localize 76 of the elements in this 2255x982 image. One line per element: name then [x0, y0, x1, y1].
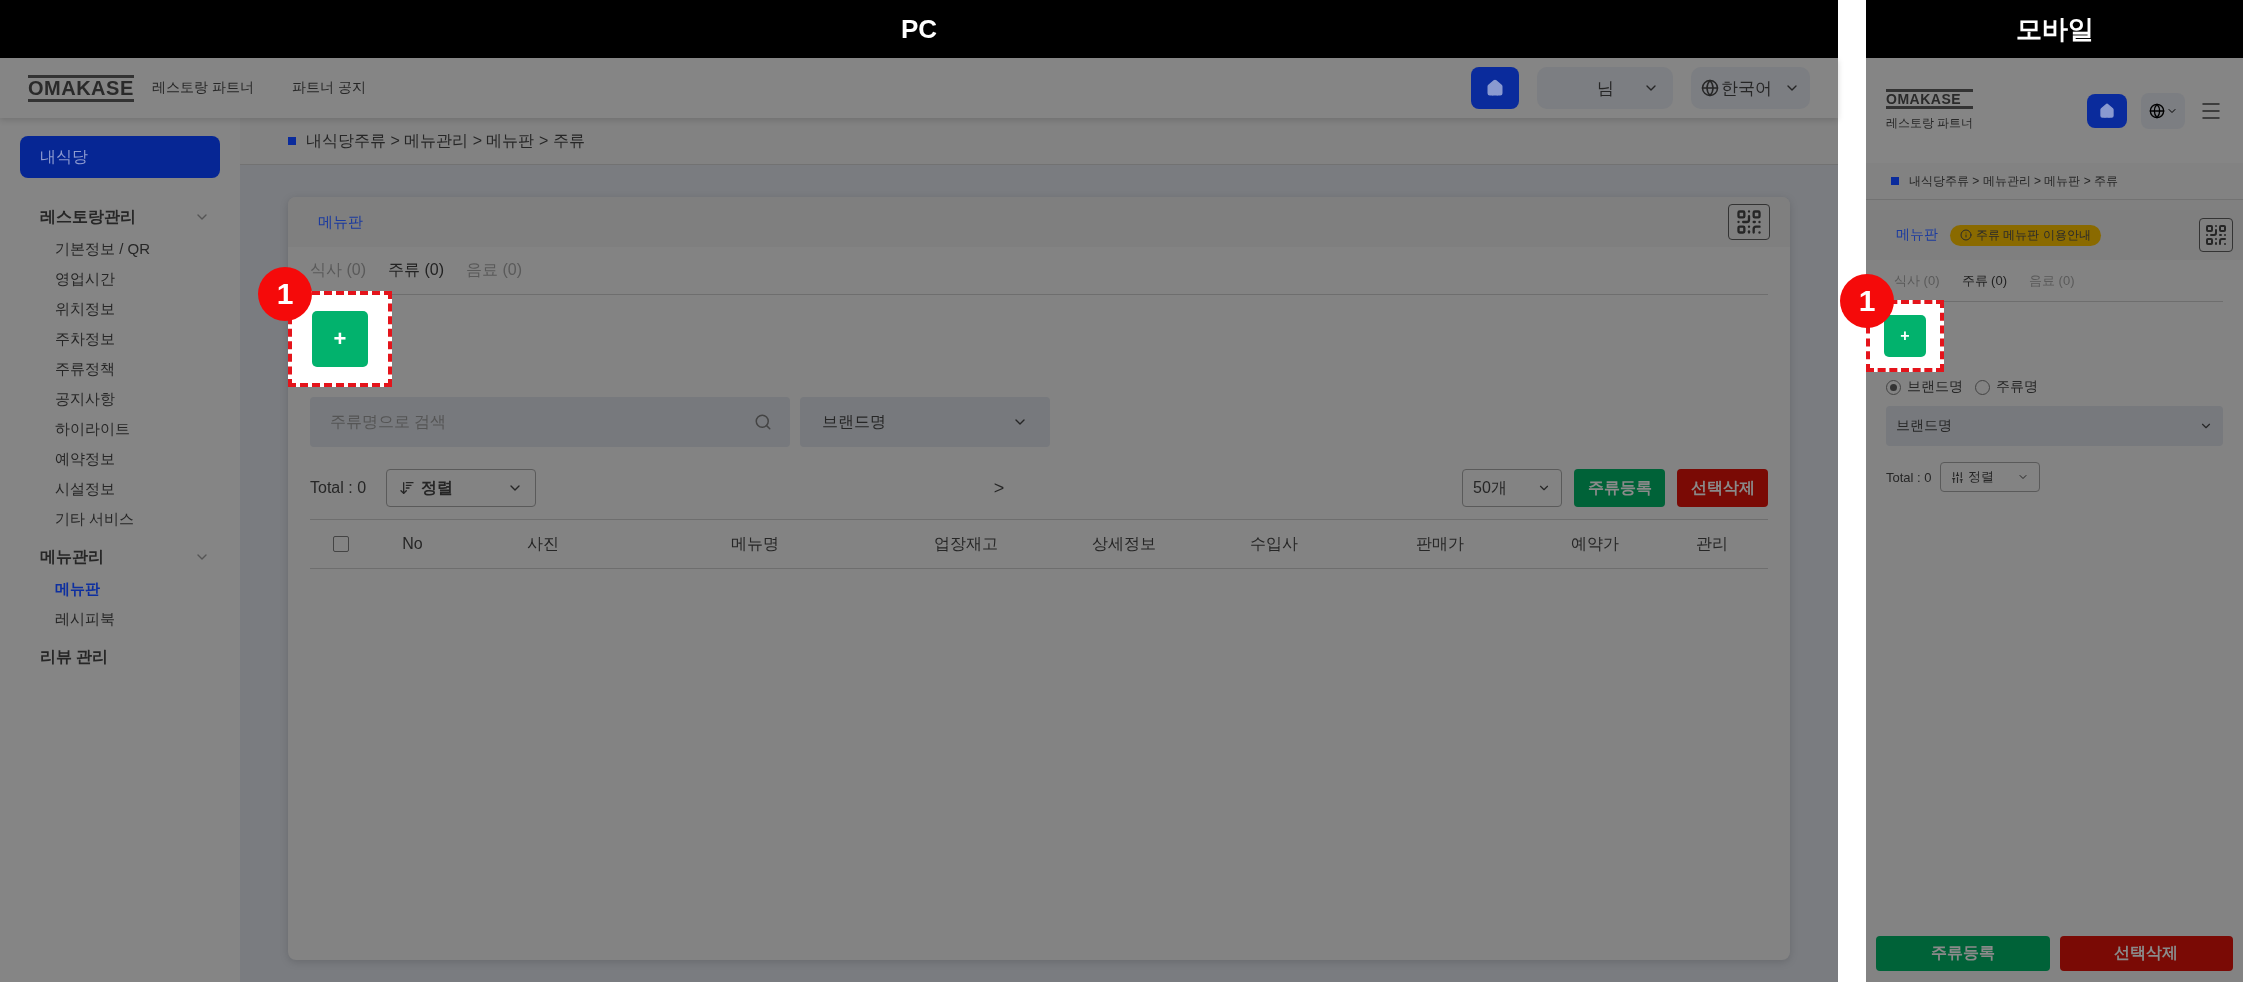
sidebar-item[interactable]: 영업시간 [20, 264, 220, 294]
sort-icon [1950, 470, 1964, 484]
delete-button[interactable]: 선택삭제 [2059, 936, 2233, 971]
column-header: 수입사 [1248, 533, 1299, 554]
logo-subtitle: 레스토랑 파트너 [151, 79, 254, 97]
total-count: Total : 0 [1886, 469, 1932, 485]
sidebar-home-button[interactable]: 내식당 [20, 136, 220, 178]
brand-select[interactable]: 브랜드명 [800, 397, 1050, 447]
column-header: 관리 [1694, 533, 1729, 554]
card-title: 메뉴판 [1896, 226, 1938, 244]
register-button[interactable]: 주류등록 [1574, 469, 1665, 507]
sidebar-item[interactable]: 기타 서비스 [20, 504, 220, 534]
sidebar-group-title: 메뉴관리 [40, 546, 104, 567]
qr-code-button[interactable] [2199, 218, 2233, 252]
column-header: 예약가 [1569, 533, 1620, 554]
sidebar-item[interactable]: 공지사항 [20, 384, 220, 414]
qr-code-button[interactable] [1728, 204, 1770, 240]
user-menu[interactable]: 님 [1537, 67, 1673, 109]
sidebar-group-title: 레스토랑관리 [40, 206, 136, 227]
home-icon [1486, 79, 1504, 97]
radio-label: 주류명 [1996, 378, 2038, 396]
delete-button[interactable]: 선택삭제 [1677, 469, 1768, 507]
sidebar-item[interactable]: 메뉴판 [20, 574, 220, 604]
select-all-checkbox[interactable] [333, 536, 349, 552]
column-header: 상세정보 [1090, 533, 1157, 554]
next-page-button[interactable]: > [989, 477, 1009, 499]
breadcrumb: 내식당주류 > 메뉴관리 > 메뉴판 > 주류 [306, 130, 585, 151]
column-header: 판매가 [1415, 533, 1465, 554]
brand-select[interactable]: 브랜드명 [1886, 406, 2223, 446]
logo-wordmark: OMAKASE [1886, 88, 1974, 110]
breadcrumb: 내식당주류 > 메뉴관리 > 메뉴판 > 주류 [1909, 172, 2119, 190]
sidebar-item[interactable]: 하이라이트 [20, 414, 220, 444]
page-size-select[interactable]: 50개 [1462, 469, 1562, 507]
language-select[interactable]: 한국어 [1691, 67, 1810, 109]
sidebar-item[interactable]: 주차정보 [20, 324, 220, 354]
column-header: No [401, 535, 424, 553]
sort-icon [399, 480, 416, 496]
info-icon [1960, 229, 1972, 241]
add-button[interactable]: + [312, 311, 368, 367]
search-icon [754, 413, 772, 431]
notice-link[interactable]: 파트너 공지 [291, 79, 366, 97]
guide-badge[interactable]: 주류 메뉴판 이용안내 [1950, 224, 2101, 246]
home-button[interactable] [1471, 67, 1519, 109]
sort-select[interactable]: 정렬 [386, 469, 537, 507]
column-header: 사진 [525, 533, 560, 554]
sidebar-group-title: 리뷰 관리 [40, 646, 109, 667]
qr-code-icon [2204, 223, 2228, 247]
sidebar-item[interactable]: 주류정책 [20, 354, 220, 384]
sidebar-item[interactable]: 위치정보 [20, 294, 220, 324]
add-button[interactable]: + [1884, 315, 1926, 357]
column-header: 메뉴명 [729, 533, 780, 554]
sidebar-item[interactable]: 시설정보 [20, 474, 220, 504]
sidebar-item[interactable]: 예약정보 [20, 444, 220, 474]
logo-wordmark: OMAKASE [28, 74, 134, 102]
category-tab[interactable]: 주류 (0) [1961, 271, 2007, 290]
sidebar-item[interactable]: 기본정보 / QR [20, 234, 220, 264]
globe-icon [2148, 102, 2165, 119]
home-button[interactable] [2087, 93, 2127, 128]
category-tab[interactable]: 주류 (0) [388, 260, 444, 281]
total-count: Total : 0 [310, 479, 367, 497]
register-button[interactable]: 주류등록 [1876, 936, 2050, 971]
step-badge: 1 [258, 267, 312, 321]
section-title: PC [900, 13, 938, 45]
language-select[interactable] [2141, 92, 2185, 129]
globe-icon [1701, 79, 1719, 97]
logo-subtitle: 레스토랑 파트너 [1886, 115, 1974, 133]
column-header: 업장재고 [932, 533, 999, 554]
sidebar-item[interactable]: 레시피북 [20, 604, 220, 634]
home-icon [2099, 102, 2115, 119]
bullet-icon [1891, 177, 1899, 185]
card-title: 메뉴판 [318, 212, 363, 232]
bullet-icon [288, 137, 296, 145]
sort-select[interactable]: 정렬 [1939, 462, 2040, 492]
radio-label: 브랜드명 [1907, 378, 1963, 396]
qr-code-icon [1735, 208, 1763, 236]
section-title: 모바일 [2015, 12, 2094, 46]
